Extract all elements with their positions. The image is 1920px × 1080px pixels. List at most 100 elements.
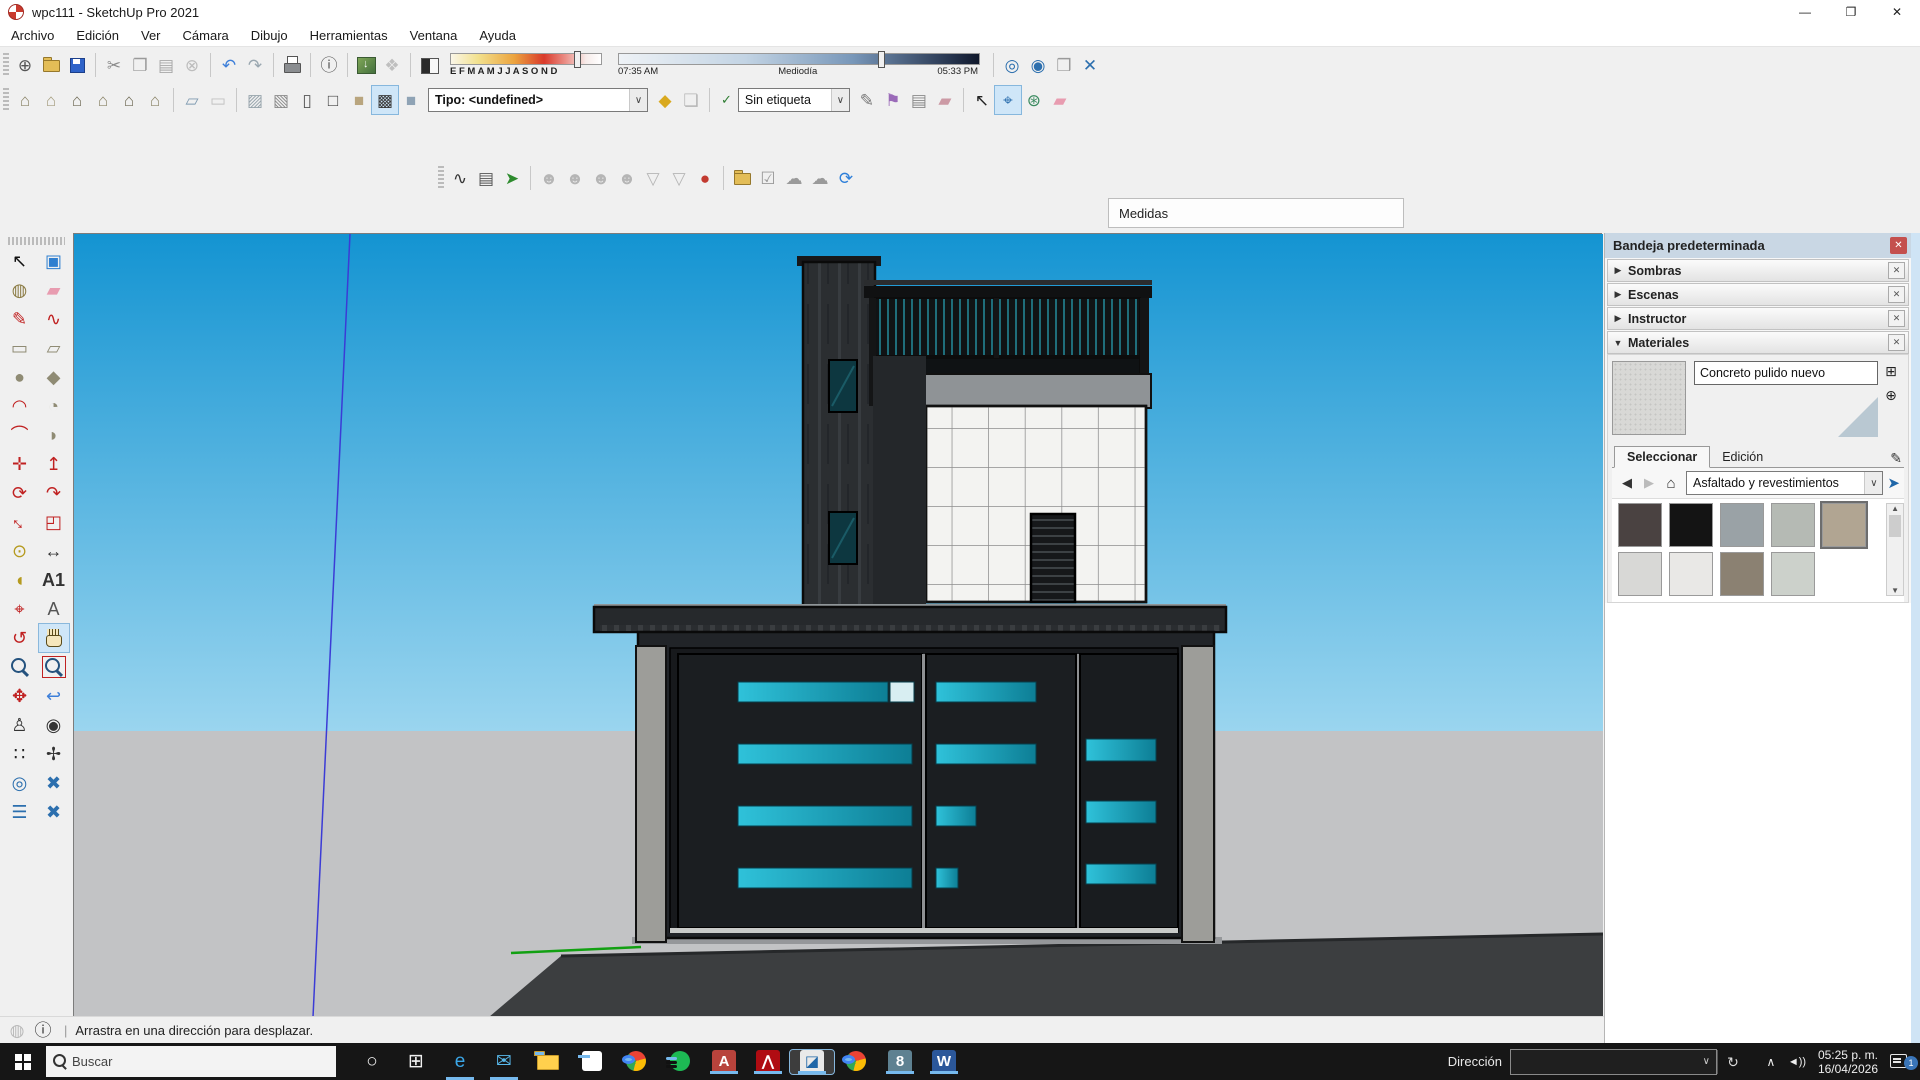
- person-view-icon[interactable]: ☻: [562, 164, 588, 192]
- word-icon[interactable]: W: [922, 1050, 966, 1074]
- cut-icon[interactable]: ✂: [101, 51, 127, 79]
- swatch-concrete-new[interactable]: [1771, 552, 1815, 596]
- axes-tool[interactable]: ⌖: [5, 595, 35, 623]
- add-folder-icon[interactable]: [729, 164, 755, 192]
- edge-icon[interactable]: e: [438, 1043, 482, 1080]
- flag-tag-icon[interactable]: ⚑: [880, 86, 906, 114]
- view-right-icon[interactable]: ⌂: [90, 86, 116, 114]
- sync-icon[interactable]: ⟳: [833, 164, 859, 192]
- list-tag-icon[interactable]: ▤: [906, 86, 932, 114]
- restore-button[interactable]: ❐: [1828, 0, 1874, 24]
- person-add-icon[interactable]: ☻: [536, 164, 562, 192]
- circle-tool[interactable]: ●: [5, 363, 35, 391]
- text-tool[interactable]: A1: [39, 566, 69, 594]
- walk-tool[interactable]: ∷: [5, 740, 35, 768]
- chrome-earth-icon[interactable]: [614, 1043, 658, 1080]
- rotated-rectangle-tool[interactable]: ▱: [39, 334, 69, 362]
- undo-icon[interactable]: ↶: [216, 51, 242, 79]
- eraser-tool[interactable]: ▰: [39, 276, 69, 304]
- spline-curve-icon[interactable]: ∿: [447, 164, 473, 192]
- pan-tool[interactable]: [39, 624, 69, 652]
- x-smiley-tool[interactable]: ✖: [39, 769, 69, 797]
- hex-magnifier-icon[interactable]: ◎: [999, 51, 1025, 79]
- minimize-button[interactable]: —: [1782, 0, 1828, 24]
- style-back-edges-icon[interactable]: ▧: [268, 86, 294, 114]
- style-xray-icon[interactable]: ▨: [242, 86, 268, 114]
- swatch-asphalt-black[interactable]: [1669, 503, 1713, 547]
- offset-tool[interactable]: ◰: [39, 508, 69, 536]
- scrollbar-thumb[interactable]: [1889, 515, 1901, 537]
- model-info-icon[interactable]: ⓘ: [316, 51, 342, 79]
- tray-scroll-strip[interactable]: [1911, 233, 1920, 1043]
- line-tool[interactable]: ✎: [5, 305, 35, 333]
- section-display-icon[interactable]: ▱: [179, 86, 205, 114]
- polygon-tool[interactable]: ◆: [39, 363, 69, 391]
- classifier-type-dropdown[interactable]: Tipo: <undefined> ∨: [428, 88, 648, 112]
- crosshair-target-icon[interactable]: ⌖: [995, 86, 1021, 114]
- save-icon[interactable]: [64, 51, 90, 79]
- swatch-asphalt-dark[interactable]: [1618, 503, 1662, 547]
- section-materiales[interactable]: ▼ Materiales ✕: [1607, 331, 1909, 354]
- zoom-window-tool[interactable]: [39, 653, 69, 681]
- chrome-icon[interactable]: [834, 1043, 878, 1080]
- menu-archivo[interactable]: Archivo: [0, 28, 65, 43]
- layers-arrow-tool[interactable]: ☰: [5, 798, 35, 826]
- generate-report-icon[interactable]: ➤: [499, 164, 525, 192]
- select-arrow-icon[interactable]: ↖: [969, 86, 995, 114]
- mail-icon[interactable]: ✉: [482, 1043, 526, 1080]
- checkbox-icon[interactable]: ☑: [755, 164, 781, 192]
- delete-icon[interactable]: ⊗: [179, 51, 205, 79]
- grab-terrain-icon[interactable]: ❖: [379, 51, 405, 79]
- shadow-time-slider[interactable]: 07:35 AM Mediodía 05:33 PM: [618, 53, 980, 77]
- view-back-icon[interactable]: ⌂: [116, 86, 142, 114]
- filter-icon[interactable]: ▽: [640, 164, 666, 192]
- paint-bucket-tool[interactable]: ◍: [5, 276, 35, 304]
- acrobat-icon[interactable]: ⋀: [746, 1050, 790, 1074]
- taskbar-search[interactable]: Buscar: [46, 1046, 336, 1077]
- tab-seleccionar[interactable]: Seleccionar: [1614, 446, 1710, 468]
- compass-globe-icon[interactable]: ⊛: [1021, 86, 1047, 114]
- pencil-tag-icon[interactable]: ✎: [854, 86, 880, 114]
- shadows-toggle-icon[interactable]: [416, 51, 442, 79]
- sketchup-icon[interactable]: ◪: [790, 1050, 834, 1074]
- shadow-month-slider[interactable]: E F M A M J J A S O N D: [450, 53, 602, 77]
- section-cuts-icon[interactable]: ▭: [205, 86, 231, 114]
- follow-me-tool[interactable]: ↷: [39, 479, 69, 507]
- menu-ventana[interactable]: Ventana: [399, 28, 469, 43]
- home-icon[interactable]: ⌂: [1660, 475, 1682, 492]
- filter2-icon[interactable]: ▽: [666, 164, 692, 192]
- swatch-concrete-light[interactable]: [1771, 503, 1815, 547]
- stacked-boxes-icon[interactable]: ❒: [1051, 51, 1077, 79]
- tag-dropdown[interactable]: Sin etiqueta ∨: [738, 88, 850, 112]
- material-name-field[interactable]: Concreto pulido nuevo: [1694, 361, 1878, 385]
- protractor-tool[interactable]: ◖: [5, 566, 35, 594]
- look-around-tool[interactable]: ◉: [39, 711, 69, 739]
- view-front-icon[interactable]: ⌂: [64, 86, 90, 114]
- arc-tool[interactable]: ◠: [5, 392, 35, 420]
- section-escenas[interactable]: ▶ Escenas ✕: [1607, 283, 1909, 306]
- notification-center-icon[interactable]: 1: [1886, 1043, 1916, 1080]
- style-monochrome-icon[interactable]: ■: [398, 86, 424, 114]
- menu-dibujo[interactable]: Dibujo: [240, 28, 299, 43]
- cortana-button[interactable]: ○: [350, 1043, 394, 1080]
- model-viewport[interactable]: [73, 233, 1602, 1016]
- close-button[interactable]: ✕: [1874, 0, 1920, 24]
- swatch-stucco-white[interactable]: [1669, 552, 1713, 596]
- position-camera-tool[interactable]: ♙: [5, 711, 35, 739]
- previous-view-tool[interactable]: ↩: [39, 682, 69, 710]
- walk-compass-tool[interactable]: ✢: [39, 740, 69, 768]
- classifier-erase-icon[interactable]: ❏: [678, 86, 704, 114]
- two-point-arc-tool[interactable]: ◔: [39, 392, 69, 420]
- view-top-icon[interactable]: ⌂: [38, 86, 64, 114]
- start-button[interactable]: [0, 1043, 46, 1080]
- make-component-tool[interactable]: ▣: [39, 247, 69, 275]
- x-gear-tool[interactable]: ✖: [39, 798, 69, 826]
- swatch-wood-form[interactable]: [1720, 552, 1764, 596]
- style-wireframe-icon[interactable]: ▯: [294, 86, 320, 114]
- style-hidden-line-icon[interactable]: □: [320, 86, 346, 114]
- autocad-icon[interactable]: A: [702, 1050, 746, 1074]
- classifier-tag-icon[interactable]: ◆: [652, 86, 678, 114]
- copy-icon[interactable]: ❐: [127, 51, 153, 79]
- pie-tool[interactable]: ◗: [39, 421, 69, 449]
- 3d-text-tool[interactable]: A: [39, 595, 69, 623]
